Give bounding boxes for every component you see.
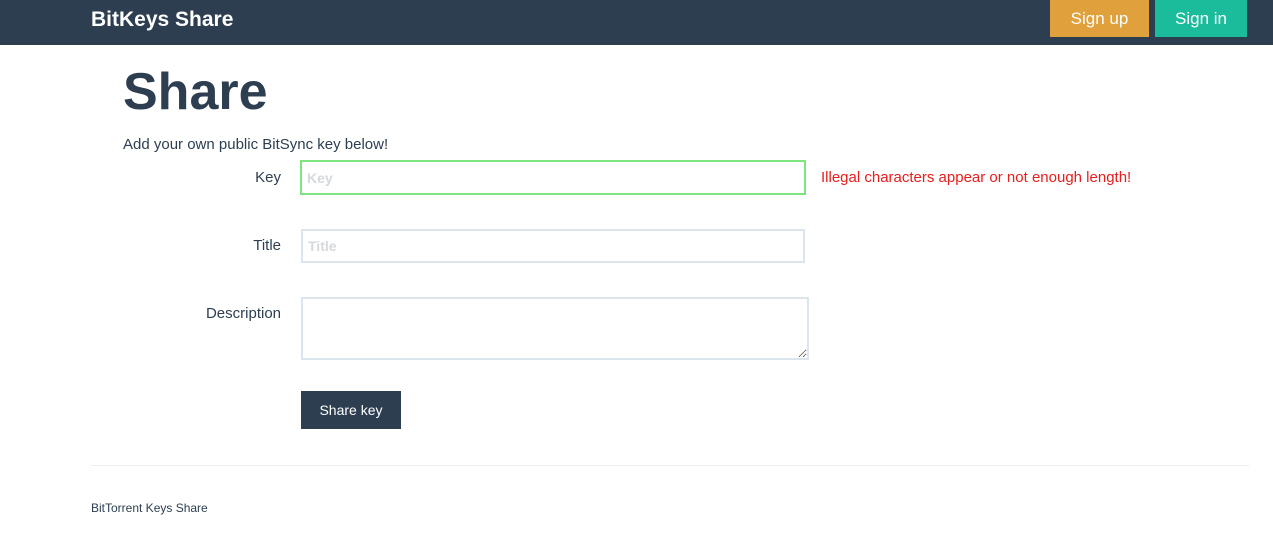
title-input[interactable] — [301, 229, 805, 263]
key-label: Key — [255, 169, 281, 186]
key-error-message: Illegal characters appear or not enough … — [821, 169, 1132, 186]
sign-in-button[interactable]: Sign in — [1155, 0, 1247, 37]
title-label: Title — [253, 237, 281, 254]
sign-up-button[interactable]: Sign up — [1050, 0, 1149, 37]
brand-logo-link[interactable]: BitKeys Share — [91, 8, 233, 32]
page-title: Share — [123, 63, 268, 121]
navbar: BitKeys Share Sign up Sign in — [0, 0, 1273, 45]
footer-text: BitTorrent Keys Share — [91, 501, 208, 515]
footer-divider — [91, 465, 1249, 466]
intro-text: Add your own public BitSync key below! — [123, 136, 389, 153]
key-input[interactable] — [300, 160, 806, 195]
description-textarea[interactable] — [301, 297, 809, 360]
description-label: Description — [205, 305, 281, 322]
share-key-button[interactable]: Share key — [301, 391, 401, 429]
